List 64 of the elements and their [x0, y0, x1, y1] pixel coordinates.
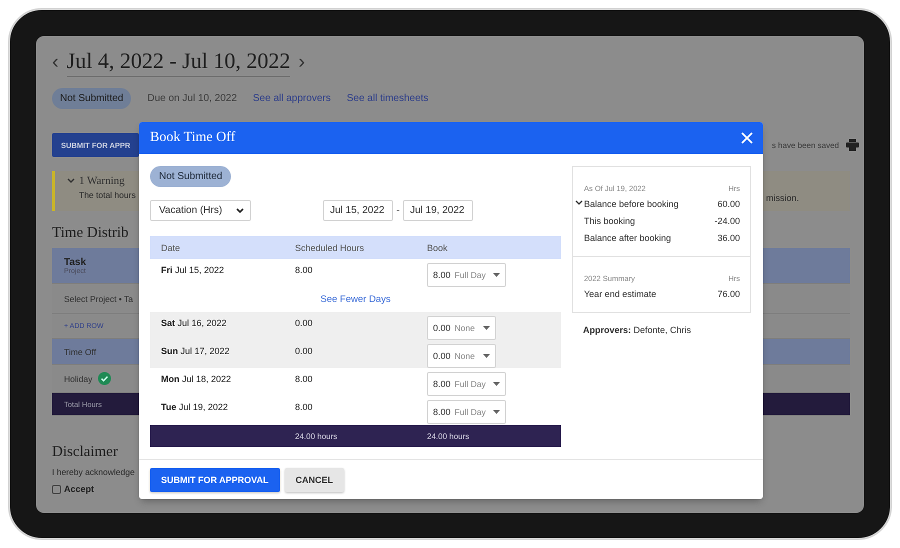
- submit-button[interactable]: SUBMIT FOR APPROVAL: [150, 468, 280, 492]
- status-badge: Not Submitted: [150, 166, 232, 187]
- row-label: Holiday: [64, 374, 92, 384]
- next-week-button[interactable]: ›: [298, 50, 306, 74]
- approvers-text: Approvers: Defonte, Chris: [583, 325, 692, 335]
- leave-type-select[interactable]: Vacation (Hrs): [150, 200, 251, 221]
- caret-down-icon: [493, 410, 500, 414]
- section-title: Time Distrib: [52, 225, 129, 242]
- disclaimer-text: I hereby acknowledge: [52, 467, 135, 477]
- book-hours-select[interactable]: 8.00 Full Day: [427, 372, 506, 396]
- scheduled-hours-cell-text: 8.00: [295, 265, 314, 275]
- date-cell-text: Sun Jul 17, 2022: [161, 346, 231, 356]
- balance-label: This booking: [584, 216, 636, 226]
- caret-down-icon: [493, 382, 500, 386]
- print-icon[interactable]: [846, 139, 859, 151]
- scheduled-hours-cell-text: 0.00: [295, 318, 314, 328]
- disclaimer-title: Disclaimer: [52, 444, 118, 461]
- scheduled-hours-cell-text: 8.00: [295, 402, 314, 412]
- balance-label: Balance before booking: [584, 198, 679, 208]
- column-header: Task: [64, 256, 86, 268]
- chevron-down-icon[interactable]: [575, 200, 583, 206]
- warning-title: 1 Warning: [79, 175, 125, 187]
- balance-label: Year end estimate: [584, 288, 656, 298]
- column-header: Date: [161, 242, 182, 252]
- start-date-field[interactable]: Jul 15, 2022: [323, 200, 393, 221]
- accept-label: Accept: [64, 484, 94, 494]
- status-badge: Not Submitted: [52, 88, 132, 109]
- total-hours: 24.00 hours: [295, 432, 338, 440]
- cancel-button[interactable]: CANCEL: [284, 468, 344, 492]
- balance-value: 36.00: [717, 232, 740, 242]
- caret-down-icon: [483, 326, 490, 330]
- scheduled-hours-cell-text: 8.00: [295, 374, 314, 384]
- column-header: Book: [427, 242, 449, 252]
- balance-value: 76.00: [717, 288, 740, 298]
- date-separator: -: [395, 205, 401, 216]
- book-hours-select[interactable]: 8.00 Full Day: [427, 263, 506, 287]
- dialog-title: Book Time Off: [150, 130, 236, 146]
- total-hours: 24.00 hours: [427, 432, 470, 440]
- due-date: Due on Jul 10, 2022: [147, 93, 237, 104]
- date-range-title: Jul 4, 2022 - Jul 10, 2022: [66, 48, 290, 76]
- date-cell-text: Mon Jul 18, 2022: [161, 374, 232, 384]
- saved-note: s have been saved: [772, 140, 839, 150]
- end-date-field[interactable]: Jul 19, 2022: [403, 200, 473, 221]
- date-cell-text: Tue Jul 19, 2022: [161, 402, 229, 412]
- book-hours-select[interactable]: 8.00 Full Day: [427, 400, 506, 424]
- warning-text: The total hours: [79, 190, 136, 200]
- date-cell-text: Fri Jul 15, 2022: [161, 265, 226, 275]
- caret-down-icon: [483, 354, 490, 358]
- see-fewer-days-link[interactable]: See Fewer Days: [320, 294, 391, 305]
- check-circle-icon: [98, 372, 112, 385]
- date-cell-text: Sat Jul 16, 2022: [161, 318, 228, 328]
- chevron-down-icon: [236, 208, 244, 214]
- accept-checkbox[interactable]: [52, 484, 61, 494]
- close-button[interactable]: [739, 130, 755, 146]
- column-header: Scheduled Hours: [295, 242, 366, 252]
- book-hours-select[interactable]: 0.00 None: [427, 316, 496, 340]
- scheduled-hours-cell-text: 0.00: [295, 346, 314, 356]
- balance-value: -24.00: [714, 216, 740, 226]
- caret-down-icon: [493, 273, 500, 277]
- previous-week-button[interactable]: ‹: [52, 50, 59, 74]
- balance-value: 60.00: [717, 198, 740, 208]
- book-hours-select[interactable]: 0.00 None: [427, 344, 496, 368]
- warning-text: mission.: [766, 193, 800, 203]
- balance-label: Balance after booking: [584, 232, 672, 242]
